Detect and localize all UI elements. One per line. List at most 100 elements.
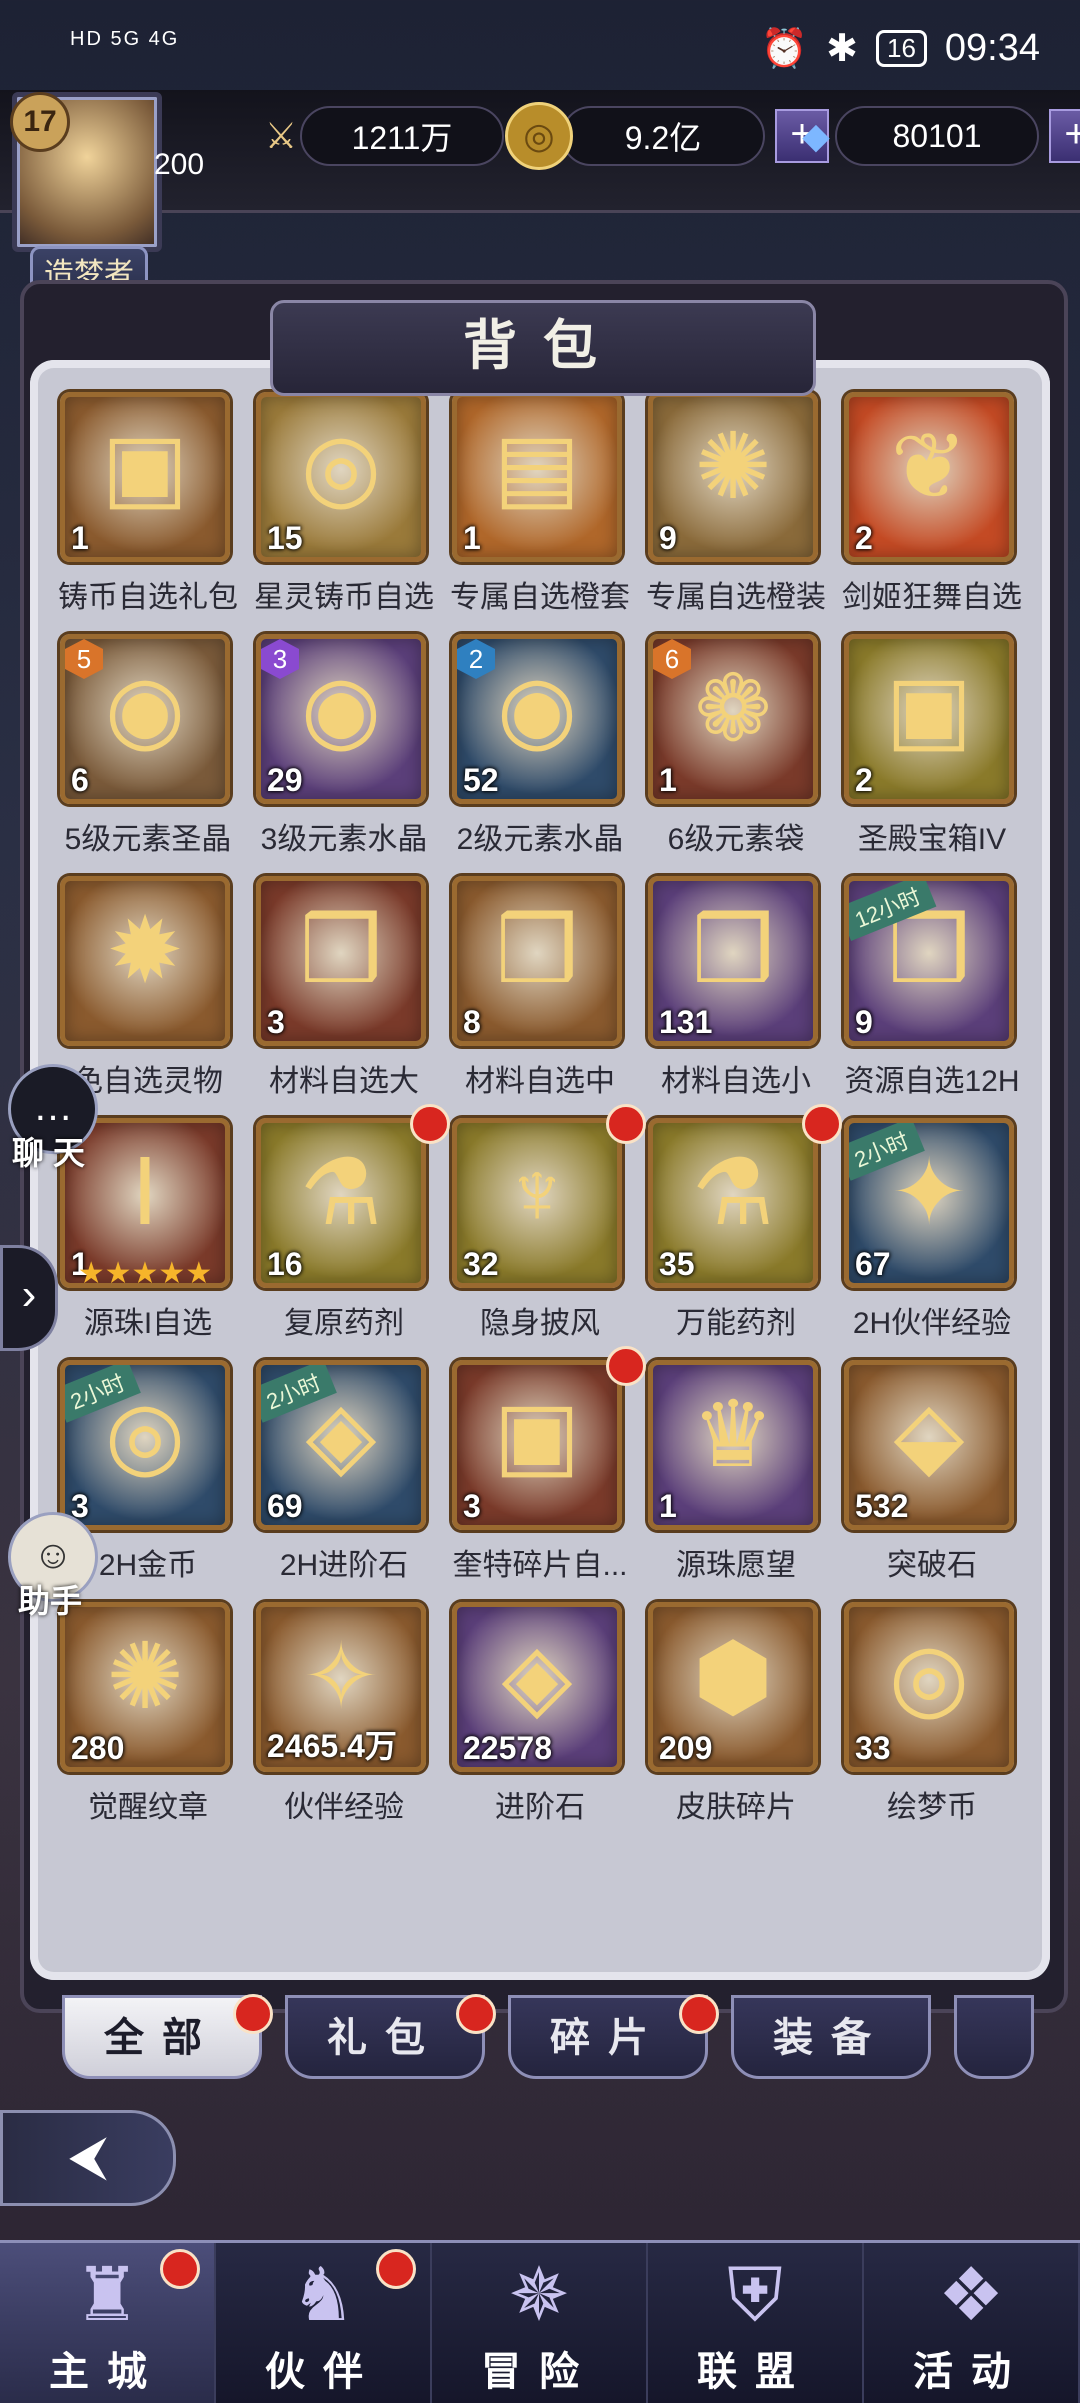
tab-gift[interactable]: 礼包 xyxy=(285,1994,496,2079)
compass-icon: ✵ xyxy=(507,2253,570,2336)
notification-dot xyxy=(456,1994,496,2034)
tab-fragment[interactable]: 碎片 xyxy=(508,1994,719,2079)
item-name: 材料自选中 xyxy=(465,1065,615,1098)
inventory-item[interactable]: ⚗ 35 万能药剂 xyxy=(648,1104,842,1342)
item-icon: ⬢ 209 xyxy=(648,1602,818,1772)
nav-item-1[interactable]: ♞ 伙伴 xyxy=(216,2243,432,2403)
item-name: 万能药剂 xyxy=(676,1307,796,1340)
inventory-item[interactable]: ✹ 色自选灵物 xyxy=(60,876,236,1100)
inventory-item[interactable]: ♛ 1 源珠愿望 xyxy=(648,1360,824,1584)
item-artwork: ◎ xyxy=(888,1626,970,1728)
player-level-badge: 17 xyxy=(10,92,70,152)
item-count: 22578 xyxy=(463,1730,552,1766)
back-button[interactable]: ⮜ xyxy=(0,2110,176,2206)
inventory-item[interactable]: ✧ 2465.4万 伙伴经验 xyxy=(256,1602,432,1826)
resource-value: 9.2亿 xyxy=(561,106,765,166)
inventory-item[interactable]: ◉ 2 52 2级元素水晶 xyxy=(452,634,628,858)
nav-item-2[interactable]: ✵ 冒险 xyxy=(432,2243,648,2403)
resource-value: 1211万 xyxy=(300,106,504,166)
item-artwork: ⚗ xyxy=(691,1142,775,1244)
item-artwork: ✹ xyxy=(106,900,184,1002)
item-icon: ◈ 22578 xyxy=(452,1602,622,1772)
tab-all[interactable]: 全部 xyxy=(62,1994,273,2079)
item-icon: ✺ 280 xyxy=(60,1602,230,1772)
item-name: 隐身披风 xyxy=(480,1307,600,1340)
inventory-item[interactable]: ◈ 2小时 69 2H进阶石 xyxy=(256,1360,432,1584)
tab-more[interactable] xyxy=(954,1995,1034,2079)
item-count: 69 xyxy=(267,1488,303,1524)
item-artwork: ▣ xyxy=(885,658,973,760)
item-count: 9 xyxy=(855,1004,873,1040)
inventory-item[interactable]: ⚗ 16 复原药剂 xyxy=(256,1104,450,1342)
inventory-item[interactable]: ❒ 8 材料自选中 xyxy=(452,876,628,1100)
tab-label: 全部 xyxy=(104,2016,220,2060)
inventory-item[interactable]: ♆ 32 隐身披风 xyxy=(452,1104,646,1342)
notification-dot xyxy=(160,2249,200,2289)
item-name: 奎特碎片自... xyxy=(452,1549,628,1582)
diamond-icon: ◆ xyxy=(802,115,830,156)
inventory-item[interactable]: ▣ 2 圣殿宝箱IV xyxy=(844,634,1020,858)
item-icon: ❒ 12小时 9 xyxy=(844,876,1014,1046)
item-name: 材料自选大 xyxy=(269,1065,419,1098)
item-count: 15 xyxy=(267,520,303,556)
nav-item-4[interactable]: ❖ 活动 xyxy=(864,2243,1080,2403)
item-name: 星灵铸币自选 xyxy=(254,581,434,614)
item-scroll-area[interactable]: ▣ 1 铸币自选礼包 ◎ 15 星灵铸币自选 ▤ 1 专属自选橙套 ✺ 9 专属自选橙装 ❦ 2 剑姬狂舞自… xyxy=(30,360,1050,1980)
item-count: 1 xyxy=(659,1488,677,1524)
expand-side-button[interactable]: › xyxy=(0,1245,58,1351)
nav-item-0[interactable]: ♜ 主城 xyxy=(0,2243,216,2403)
item-name: 圣殿宝箱IV xyxy=(857,823,1007,856)
nav-label: 伙伴 xyxy=(265,2350,381,2394)
inventory-item[interactable]: ◎ 33 绘梦币 xyxy=(844,1602,1020,1826)
item-artwork: ❦ xyxy=(890,416,968,518)
cards-icon: ❖ xyxy=(937,2253,1005,2336)
inventory-item[interactable]: ◉ 5 6 5级元素圣晶 xyxy=(60,634,236,858)
item-icon: Ⅰ 1 ★★★★★ xyxy=(60,1118,230,1288)
item-name: 专属自选橙套 xyxy=(450,581,630,614)
inventory-item[interactable]: ❁ 6 1 6级元素袋 xyxy=(648,634,824,858)
inventory-item[interactable]: ✺ 9 专属自选橙装 xyxy=(646,392,826,616)
tab-label: 礼包 xyxy=(327,2016,443,2060)
item-count: 16 xyxy=(267,1246,303,1282)
item-name: 源珠I自选 xyxy=(83,1307,213,1340)
item-count: 532 xyxy=(855,1488,909,1524)
inventory-item[interactable]: ⬢ 209 皮肤碎片 xyxy=(648,1602,824,1826)
inventory-item[interactable]: ▣ 3 奎特碎片自... xyxy=(452,1346,646,1584)
inventory-item[interactable]: Ⅰ 1 ★★★★★ 源珠I自选 xyxy=(60,1118,236,1342)
item-artwork: ▤ xyxy=(493,416,581,518)
inventory-item[interactable]: ◉ 3 29 3级元素水晶 xyxy=(256,634,432,858)
nav-item-3[interactable]: ⛨ 联盟 xyxy=(648,2243,864,2403)
inventory-item[interactable]: ❒ 131 材料自选小 xyxy=(648,876,824,1100)
inventory-item[interactable]: ◈ 22578 进阶石 xyxy=(452,1602,628,1826)
item-artwork: ⬢ xyxy=(692,1626,774,1728)
inventory-item[interactable]: ▤ 1 专属自选橙套 xyxy=(450,392,630,616)
item-artwork: ♛ xyxy=(691,1384,775,1486)
nav-label: 主城 xyxy=(49,2350,165,2394)
item-count: 9 xyxy=(659,520,677,556)
inventory-item[interactable]: ❒ 12小时 9 资源自选12H xyxy=(844,876,1020,1100)
item-icon: ◉ 3 29 xyxy=(256,634,426,804)
inventory-item[interactable]: ◎ 15 星灵铸币自选 xyxy=(254,392,434,616)
nav-label: 冒险 xyxy=(481,2350,597,2394)
inventory-item[interactable]: ▣ 1 铸币自选礼包 xyxy=(58,392,238,616)
status-bar: HD 5G 4G ⏰ ✱ 16 09:34 xyxy=(0,0,1080,90)
item-icon: ⚗ 16 xyxy=(256,1118,426,1288)
inventory-item[interactable]: ✦ 2小时 67 2H伙伴经验 xyxy=(844,1118,1020,1342)
sword-icon: ⚔ xyxy=(264,115,298,156)
item-name: 伙伴经验 xyxy=(284,1791,404,1824)
resource-value: 80101 xyxy=(835,106,1039,166)
inventory-item[interactable]: ❒ 3 材料自选大 xyxy=(256,876,432,1100)
item-name: 专属自选橙装 xyxy=(646,581,826,614)
tab-equipment[interactable]: 装备 xyxy=(731,1995,931,2079)
item-icon: ♛ 1 xyxy=(648,1360,818,1530)
add-diamond-button[interactable]: + xyxy=(1049,109,1080,163)
item-icon: ❒ 131 xyxy=(648,876,818,1046)
item-name: 剑姬狂舞自选 xyxy=(842,581,1022,614)
tab-label: 碎片 xyxy=(550,2016,666,2060)
inventory-item[interactable]: ❦ 2 剑姬狂舞自选 xyxy=(842,392,1022,616)
inventory-item[interactable]: ✺ 280 觉醒纹章 xyxy=(60,1602,236,1826)
notification-dot xyxy=(233,1994,273,2034)
inventory-item[interactable]: ⬙ 532 突破石 xyxy=(844,1360,1020,1584)
item-name: 进阶石 xyxy=(495,1791,585,1824)
notification-dot xyxy=(606,1346,646,1386)
